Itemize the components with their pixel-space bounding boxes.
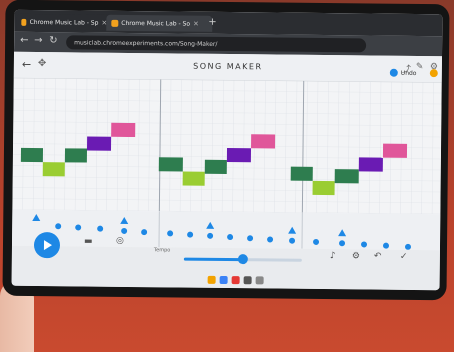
note-cell[interactable] <box>358 157 383 172</box>
tablet-frame: Chrome Music Lab - Sp × Chrome Music Lab… <box>2 0 450 301</box>
back-nav-icon[interactable]: ← <box>20 35 29 46</box>
drum-triangle[interactable] <box>338 229 347 237</box>
drum-triangle[interactable] <box>120 216 129 224</box>
play-button[interactable] <box>33 231 61 259</box>
settings-gear-icon[interactable]: ⚙ <box>352 251 360 261</box>
note-cell[interactable] <box>42 162 65 177</box>
drum-dot[interactable] <box>187 231 194 238</box>
note-cell[interactable] <box>182 171 205 186</box>
drum-dot[interactable] <box>141 229 148 236</box>
drum-dot[interactable] <box>207 232 214 239</box>
drum-dot[interactable] <box>121 227 128 234</box>
drum-triangle[interactable] <box>206 221 215 229</box>
note-cell[interactable] <box>86 136 112 151</box>
drum-dot[interactable] <box>247 235 254 242</box>
percussion-icon[interactable]: ◎ <box>116 236 124 246</box>
play-icon <box>43 240 52 251</box>
app-icon[interactable] <box>231 276 240 285</box>
undo-icon <box>389 68 398 77</box>
drum-dot[interactable] <box>289 237 296 244</box>
drum-dot[interactable] <box>75 224 82 231</box>
drum-dot[interactable] <box>167 230 174 237</box>
browser-tab-2[interactable]: Chrome Music Lab - So × <box>106 14 213 32</box>
tablet-screen: Chrome Music Lab - Sp × Chrome Music Lab… <box>11 9 443 291</box>
drum-dot[interactable] <box>227 234 234 241</box>
drum-dot[interactable] <box>267 236 274 243</box>
tab-favicon-icon <box>21 18 27 26</box>
tempo-label: Tempo <box>153 247 171 254</box>
note-cell[interactable] <box>312 180 335 196</box>
undo-label: Undo <box>400 69 417 77</box>
app-icon[interactable] <box>207 275 216 284</box>
app-icon[interactable] <box>255 276 264 285</box>
forward-nav-icon[interactable]: → <box>34 35 43 46</box>
note-cell[interactable] <box>204 159 227 175</box>
app-icon[interactable] <box>219 275 228 285</box>
drum-triangle[interactable] <box>288 226 297 234</box>
drum-dot[interactable] <box>55 223 62 230</box>
page-title: SONG MAKER <box>193 61 263 72</box>
tab-favicon-icon <box>111 19 119 27</box>
drum-dot[interactable] <box>97 225 104 232</box>
reload-icon[interactable]: ↻ <box>49 35 58 46</box>
note-cell[interactable] <box>334 169 359 184</box>
mic-icon[interactable]: ♪ <box>330 251 336 261</box>
drum-triangle[interactable] <box>32 214 41 222</box>
help-button[interactable] <box>429 69 438 78</box>
tab-label: Chrome Music Lab - So <box>121 19 191 28</box>
tempo-slider-knob[interactable] <box>237 254 248 265</box>
drum-dot[interactable] <box>361 241 368 248</box>
undo-button[interactable]: Undo <box>389 68 417 77</box>
tempo-slider-track[interactable] <box>241 258 302 262</box>
instrument-icon[interactable]: ▬ <box>84 237 93 247</box>
new-tab-icon[interactable]: + <box>208 17 217 28</box>
close-icon[interactable]: × <box>193 20 199 28</box>
browser-tab-1[interactable]: Chrome Music Lab - Sp × <box>16 13 113 31</box>
url-input[interactable]: musiclab.chromeexperiments.com/Song-Make… <box>66 35 367 53</box>
os-taskbar <box>207 275 264 285</box>
url-text: musiclab.chromeexperiments.com/Song-Make… <box>74 38 218 48</box>
help-icon <box>429 69 438 78</box>
save-icon[interactable]: ✓ <box>400 252 408 262</box>
note-cell[interactable] <box>226 148 252 163</box>
melody-grid[interactable] <box>12 77 442 215</box>
note-cell[interactable] <box>20 147 44 163</box>
app-icon[interactable] <box>243 276 252 285</box>
edit-icon[interactable]: ✎ <box>416 62 424 72</box>
note-cell[interactable] <box>290 166 313 181</box>
note-cell[interactable] <box>382 143 408 158</box>
note-cell[interactable] <box>158 157 183 172</box>
drum-dot[interactable] <box>313 238 320 245</box>
undo-icon[interactable]: ↶ <box>374 252 382 262</box>
note-cell[interactable] <box>111 122 136 138</box>
percussion-grid[interactable] <box>11 209 441 251</box>
tempo-slider-fill <box>183 257 242 262</box>
tab-label: Chrome Music Lab - Sp <box>29 18 99 27</box>
note-cell[interactable] <box>64 148 88 163</box>
drum-dot[interactable] <box>339 240 346 247</box>
drum-dot[interactable] <box>383 242 390 249</box>
note-cell[interactable] <box>251 134 276 149</box>
